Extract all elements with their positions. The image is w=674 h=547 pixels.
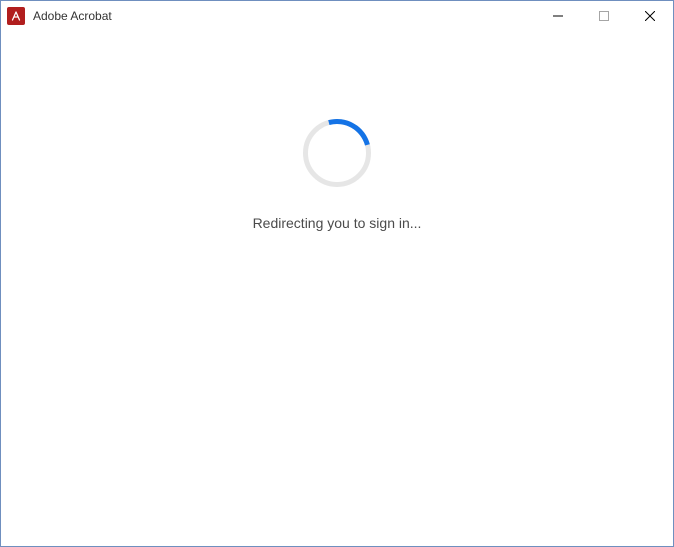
minimize-icon [553,11,563,21]
status-text: Redirecting you to sign in... [253,215,422,231]
acrobat-icon [7,7,25,25]
titlebar: Adobe Acrobat [1,1,673,31]
content-area: Redirecting you to sign in... [1,31,673,546]
minimize-button[interactable] [535,1,581,31]
window-controls [535,1,673,31]
spinner-arc [291,107,384,200]
window-title: Adobe Acrobat [33,9,112,23]
app-window: Adobe Acrobat [0,0,674,547]
titlebar-left: Adobe Acrobat [7,7,112,25]
close-icon [645,11,655,21]
close-button[interactable] [627,1,673,31]
maximize-button [581,1,627,31]
loading-spinner [303,119,371,187]
maximize-icon [599,11,609,21]
